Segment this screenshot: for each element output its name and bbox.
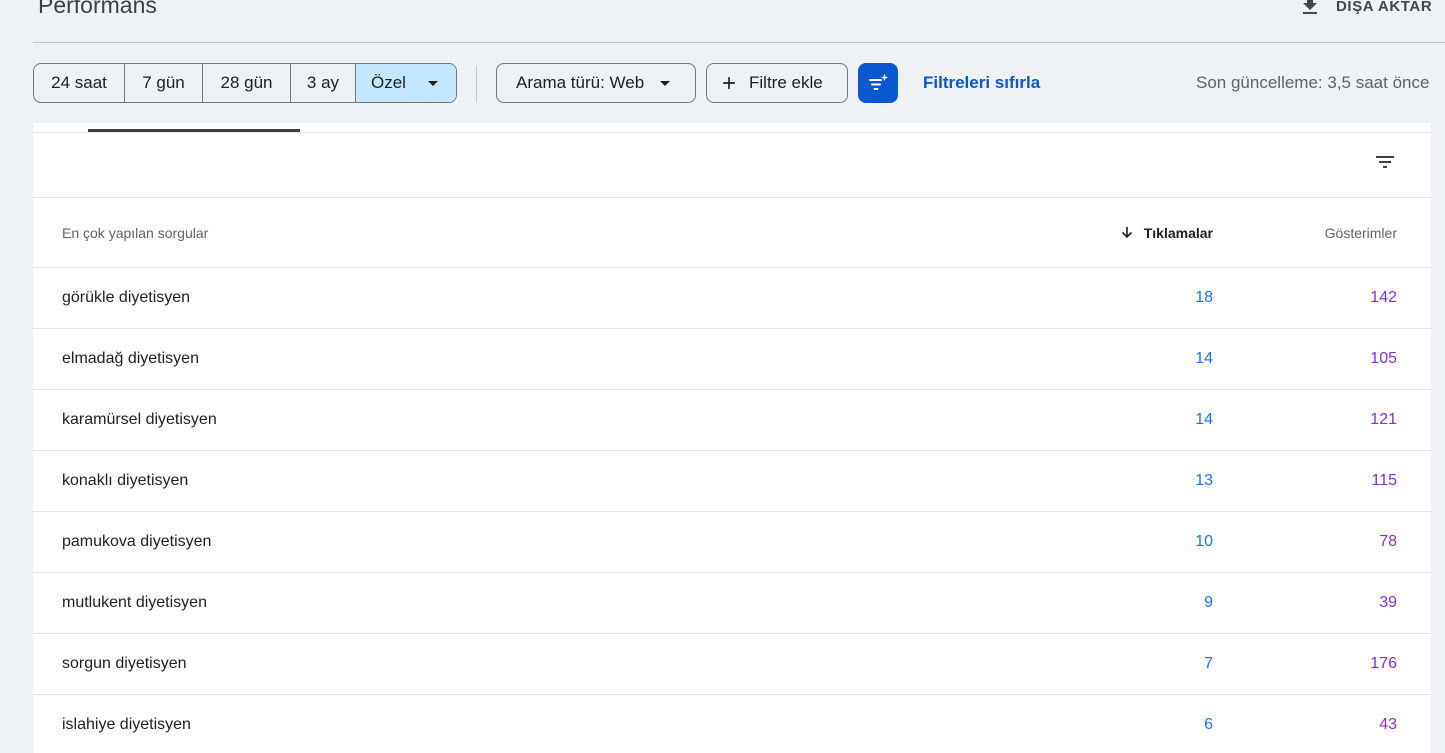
table-row[interactable]: elmadağ diyetisyen 14 105 bbox=[33, 329, 1431, 390]
impressions-cell: 142 bbox=[1370, 289, 1397, 306]
date-range-7d[interactable]: 7 gün bbox=[125, 64, 203, 102]
header-divider bbox=[33, 42, 1445, 43]
plus-icon bbox=[719, 73, 739, 93]
table-row[interactable]: karamürsel diyetisyen 14 121 bbox=[33, 390, 1431, 451]
impressions-cell: 105 bbox=[1370, 350, 1397, 367]
date-range-24h[interactable]: 24 saat bbox=[34, 64, 125, 102]
toolbar-divider bbox=[476, 65, 477, 103]
search-type-dropdown[interactable]: Arama türü: Web bbox=[496, 63, 696, 103]
table-row[interactable]: konaklı diyetisyen 13 115 bbox=[33, 451, 1431, 512]
queries-table: En çok yapılan sorgular Tıklamalar Göste… bbox=[33, 197, 1431, 753]
search-type-label: Arama türü: Web bbox=[516, 73, 645, 92]
clicks-cell: 6 bbox=[1204, 716, 1213, 733]
table-row[interactable]: pamukova diyetisyen 10 78 bbox=[33, 512, 1431, 573]
impressions-cell: 39 bbox=[1379, 594, 1397, 611]
impressions-cell: 176 bbox=[1370, 655, 1397, 672]
date-range-custom[interactable]: Özel bbox=[356, 64, 456, 102]
table-header: En çok yapılan sorgular Tıklamalar Göste… bbox=[33, 197, 1431, 268]
download-icon bbox=[1298, 0, 1322, 18]
filter-sparkle-icon bbox=[866, 71, 890, 95]
export-button[interactable]: DIŞA AKTAR bbox=[1298, 0, 1432, 18]
arrow-down-icon bbox=[1119, 225, 1135, 241]
queries-card: En çok yapılan sorgular Tıklamalar Göste… bbox=[33, 123, 1431, 753]
table-row[interactable]: görükle diyetisyen 18 142 bbox=[33, 268, 1431, 329]
date-range-custom-label: Özel bbox=[371, 73, 406, 92]
table-row[interactable]: sorgun diyetisyen 7 176 bbox=[33, 634, 1431, 695]
query-cell: konaklı diyetisyen bbox=[62, 472, 189, 489]
clicks-cell: 18 bbox=[1195, 289, 1213, 306]
clicks-cell: 9 bbox=[1204, 594, 1213, 611]
impressions-cell: 43 bbox=[1379, 716, 1397, 733]
caret-down-icon bbox=[660, 80, 671, 86]
export-label: DIŞA AKTAR bbox=[1336, 0, 1433, 15]
query-cell: mutlukent diyetisyen bbox=[62, 594, 207, 611]
clicks-cell: 14 bbox=[1195, 350, 1213, 367]
impressions-cell: 78 bbox=[1379, 533, 1397, 550]
toolbar: 24 saat 7 gün 28 gün 3 ay Özel Arama tür… bbox=[33, 63, 1445, 103]
date-range-3m[interactable]: 3 ay bbox=[291, 64, 356, 102]
add-filter-label: Filtre ekle bbox=[749, 73, 823, 92]
column-header-clicks-label: Tıklamalar bbox=[1143, 225, 1213, 241]
caret-down-icon bbox=[427, 80, 438, 86]
smart-filter-button[interactable] bbox=[858, 63, 898, 103]
clicks-cell: 13 bbox=[1195, 472, 1213, 489]
impressions-cell: 115 bbox=[1371, 472, 1397, 489]
table-row[interactable]: islahiye diyetisyen 6 43 bbox=[33, 695, 1431, 753]
date-range-28d[interactable]: 28 gün bbox=[203, 64, 291, 102]
query-cell: görükle diyetisyen bbox=[62, 289, 191, 306]
column-header-query[interactable]: En çok yapılan sorgular bbox=[62, 198, 208, 268]
tab-bar-border bbox=[33, 132, 1431, 133]
query-cell: pamukova diyetisyen bbox=[62, 533, 212, 550]
query-cell: karamürsel diyetisyen bbox=[62, 411, 217, 428]
query-cell: islahiye diyetisyen bbox=[62, 716, 191, 733]
page-title: Performans bbox=[38, 0, 157, 18]
column-header-clicks[interactable]: Tıklamalar bbox=[1119, 198, 1213, 268]
query-cell: sorgun diyetisyen bbox=[62, 655, 187, 672]
clicks-cell: 10 bbox=[1195, 533, 1213, 550]
date-range-selector: 24 saat 7 gün 28 gün 3 ay Özel bbox=[33, 63, 457, 103]
add-filter-button[interactable]: Filtre ekle bbox=[706, 63, 848, 103]
clicks-cell: 14 bbox=[1195, 411, 1213, 428]
last-update-text: Son güncelleme: 3,5 saat önce bbox=[1196, 73, 1430, 92]
table-row[interactable]: mutlukent diyetisyen 9 39 bbox=[33, 573, 1431, 634]
reset-filters-link[interactable]: Filtreleri sıfırla bbox=[923, 63, 1040, 103]
impressions-cell: 121 bbox=[1370, 411, 1397, 428]
column-header-impressions[interactable]: Gösterimler bbox=[1325, 198, 1397, 268]
performance-page: Performans DIŞA AKTAR 24 saat 7 gün 28 g… bbox=[0, 0, 1445, 753]
table-filter-button[interactable] bbox=[1373, 150, 1397, 174]
query-cell: elmadağ diyetisyen bbox=[62, 350, 199, 367]
clicks-cell: 7 bbox=[1204, 655, 1213, 672]
filter-lines-icon bbox=[1373, 150, 1397, 174]
